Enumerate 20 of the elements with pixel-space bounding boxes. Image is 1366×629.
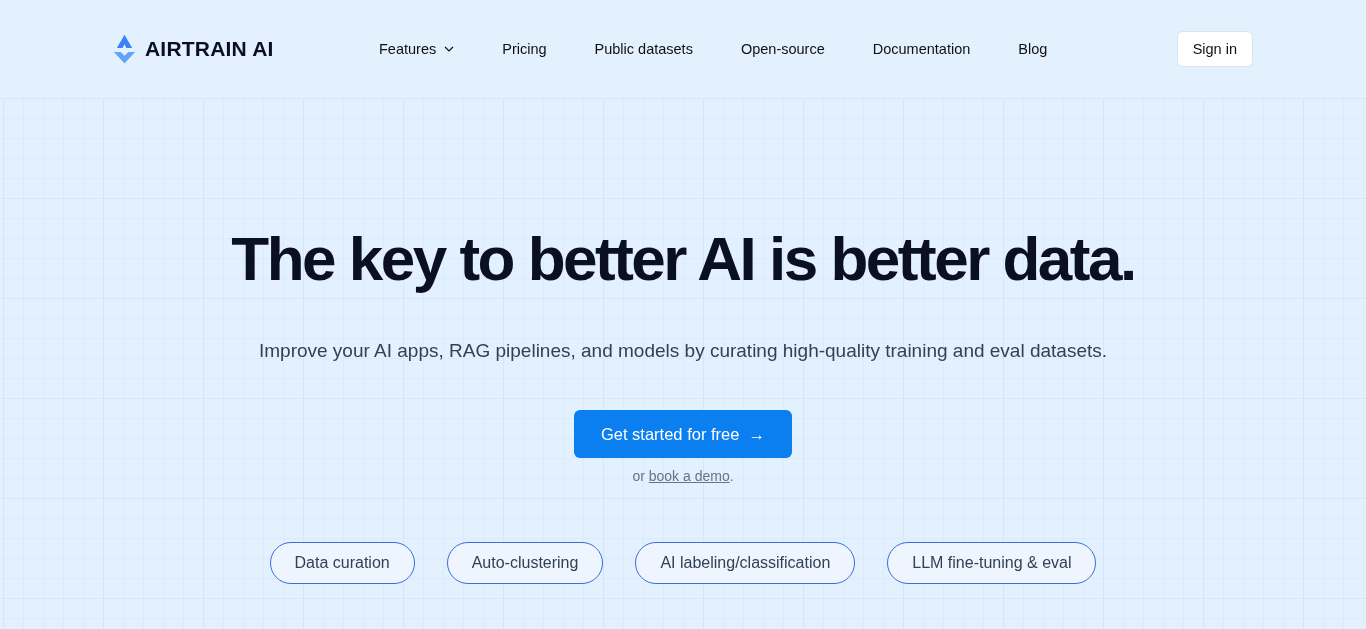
feature-tag[interactable]: AI labeling/classification <box>635 542 856 584</box>
feature-tag[interactable]: Auto-clustering <box>446 542 604 584</box>
hero-subtitle: Improve your AI apps, RAG pipelines, and models by curating high-quality training and eval datasets. <box>258 340 1108 362</box>
hero-title: The key to better AI is better data. <box>231 224 1135 294</box>
logo-icon <box>113 34 136 64</box>
period-text: . <box>729 468 734 484</box>
nav-link[interactable]: Pricing <box>502 41 547 57</box>
feature-tag[interactable]: LLM fine-tuning & eval <box>887 542 1097 584</box>
chevron-down-icon <box>444 46 455 52</box>
nav-link[interactable]: Features <box>379 41 455 57</box>
nav-link[interactable]: Blog <box>1018 41 1048 57</box>
feature-tag[interactable]: Data curation <box>269 542 415 584</box>
nav-link[interactable]: Documentation <box>872 41 971 57</box>
nav-link[interactable]: Public datasets <box>594 41 693 57</box>
brand-name: AIRTRAIN AI <box>145 37 274 61</box>
alt-text: or <box>632 468 645 484</box>
nav-link[interactable]: Open-source <box>740 41 825 57</box>
book-demo-link[interactable]: book a demo <box>648 468 730 484</box>
sign-in-button[interactable]: Sign in <box>1176 31 1253 67</box>
get-started-button[interactable]: Get started for free → <box>574 410 792 458</box>
